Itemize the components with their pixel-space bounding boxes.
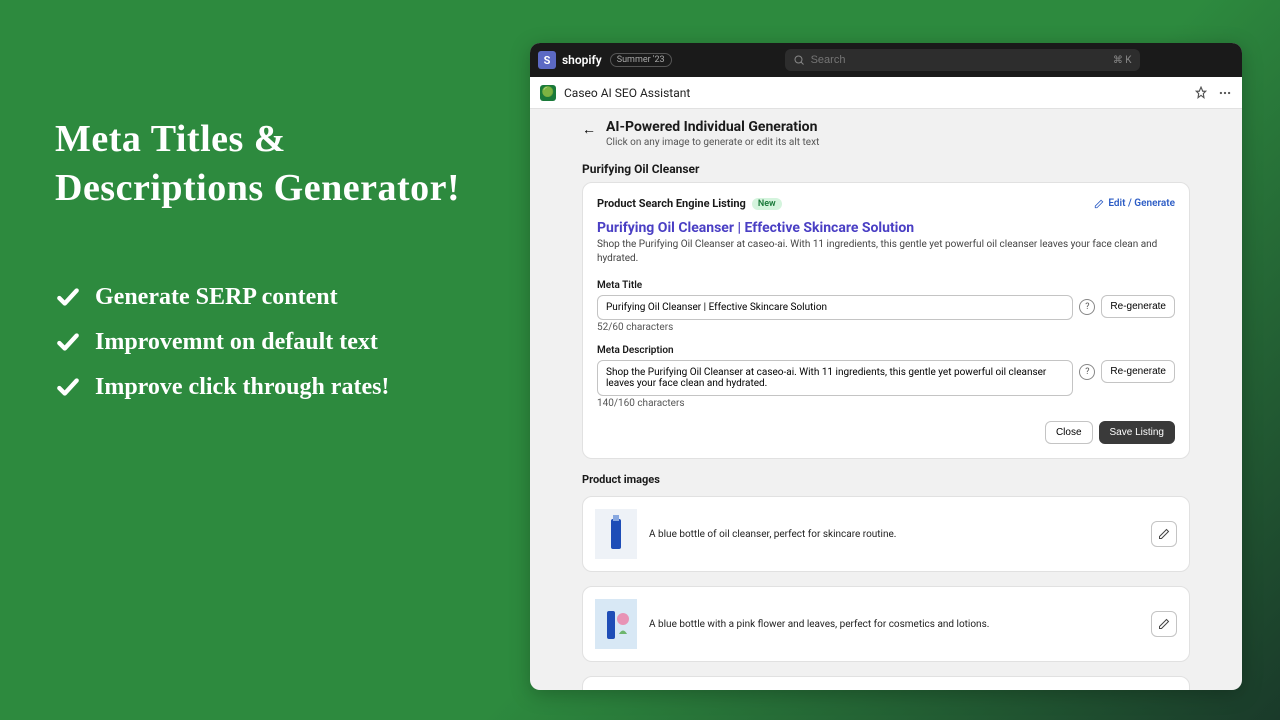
meta-desc-label: Meta Description: [597, 345, 1175, 356]
promo-item: Improve click through rates!: [55, 374, 515, 401]
promo-text: Improve click through rates!: [95, 374, 389, 401]
regenerate-desc-button[interactable]: Re-generate: [1101, 360, 1175, 383]
meta-desc-row: ? Re-generate: [597, 360, 1175, 396]
serp-description: Shop the Purifying Oil Cleanser at caseo…: [597, 238, 1175, 266]
promo-text: Generate SERP content: [95, 284, 338, 311]
product-thumbnail[interactable]: [595, 599, 637, 649]
card-head: Product Search Engine Listing New Edit /…: [597, 197, 1175, 210]
app-window: S shopify Summer '23 ⌘ K 🟢 Caseo AI SEO …: [530, 43, 1242, 690]
promo-list: Generate SERP content Improvemnt on defa…: [55, 284, 515, 401]
card-title: Product Search Engine Listing New: [597, 197, 782, 210]
app-icon: 🟢: [540, 85, 556, 101]
serp-title: Purifying Oil Cleanser | Effective Skinc…: [597, 220, 1175, 236]
check-icon: [55, 374, 81, 400]
card-title-text: Product Search Engine Listing: [597, 197, 746, 210]
brand-text: shopify: [562, 53, 602, 67]
regenerate-title-button[interactable]: Re-generate: [1101, 295, 1175, 318]
edit-link-text: Edit / Generate: [1108, 198, 1175, 209]
new-badge: New: [752, 198, 782, 210]
pin-icon[interactable]: [1194, 86, 1208, 100]
content: ← AI-Powered Individual Generation Click…: [530, 109, 1242, 690]
page-title: AI-Powered Individual Generation: [606, 119, 819, 135]
image-row: A blue bottle of oil on a towel, perfect…: [582, 676, 1190, 690]
topbar: S shopify Summer '23 ⌘ K: [530, 43, 1242, 77]
kbd-hint: ⌘ K: [1113, 55, 1132, 66]
promo-title: Meta Titles & Descriptions Generator!: [55, 115, 515, 214]
promo-panel: Meta Titles & Descriptions Generator! Ge…: [55, 115, 515, 419]
listing-card: Product Search Engine Listing New Edit /…: [582, 182, 1190, 459]
check-icon: [55, 329, 81, 355]
alt-text: A blue bottle of oil cleanser, perfect f…: [649, 529, 1139, 540]
promo-item: Improvemnt on default text: [55, 329, 515, 356]
promo-text: Improvemnt on default text: [95, 329, 378, 356]
pencil-icon: [1158, 528, 1170, 540]
image-row: A blue bottle with a pink flower and lea…: [582, 586, 1190, 662]
edit-alt-button[interactable]: [1151, 521, 1177, 547]
help-icon[interactable]: ?: [1079, 364, 1095, 380]
edit-generate-link[interactable]: Edit / Generate: [1094, 198, 1175, 209]
pencil-icon: [1158, 618, 1170, 630]
page-subtitle: Click on any image to generate or edit i…: [606, 137, 819, 148]
more-icon[interactable]: [1218, 86, 1232, 100]
back-button[interactable]: ←: [582, 119, 596, 138]
brand[interactable]: S shopify Summer '23: [538, 51, 672, 69]
edit-alt-button[interactable]: [1151, 611, 1177, 637]
meta-desc-counter: 140/160 characters: [597, 398, 1175, 409]
search-input-wrap[interactable]: ⌘ K: [785, 49, 1140, 71]
meta-title-counter: 52/60 characters: [597, 322, 1175, 333]
image-row: A blue bottle of oil cleanser, perfect f…: [582, 496, 1190, 572]
save-listing-button[interactable]: Save Listing: [1099, 421, 1175, 444]
close-button[interactable]: Close: [1045, 421, 1093, 444]
meta-desc-input[interactable]: [597, 360, 1073, 396]
check-icon: [55, 284, 81, 310]
page-head: ← AI-Powered Individual Generation Click…: [582, 119, 1190, 148]
search-icon: [793, 54, 805, 66]
shopify-icon: S: [538, 51, 556, 69]
appbar-title: Caseo AI SEO Assistant: [564, 86, 690, 100]
meta-title-row: ? Re-generate: [597, 295, 1175, 320]
product-name: Purifying Oil Cleanser: [582, 162, 1190, 176]
appbar-actions: [1194, 86, 1232, 100]
promo-item: Generate SERP content: [55, 284, 515, 311]
promo-title-line1: Meta Titles &: [55, 115, 515, 164]
alt-text: A blue bottle with a pink flower and lea…: [649, 619, 1139, 630]
appbar: 🟢 Caseo AI SEO Assistant: [530, 77, 1242, 109]
product-thumbnail[interactable]: [595, 509, 637, 559]
pencil-icon: [1094, 199, 1104, 209]
meta-title-input[interactable]: [597, 295, 1073, 320]
promo-title-line2: Descriptions Generator!: [55, 164, 515, 213]
help-icon[interactable]: ?: [1079, 299, 1095, 315]
season-badge: Summer '23: [610, 53, 672, 67]
product-thumbnail[interactable]: [595, 689, 637, 690]
button-row: Close Save Listing: [597, 421, 1175, 444]
search-input[interactable]: [811, 54, 1107, 66]
product-images-label: Product images: [582, 473, 1190, 486]
meta-title-label: Meta Title: [597, 280, 1175, 291]
